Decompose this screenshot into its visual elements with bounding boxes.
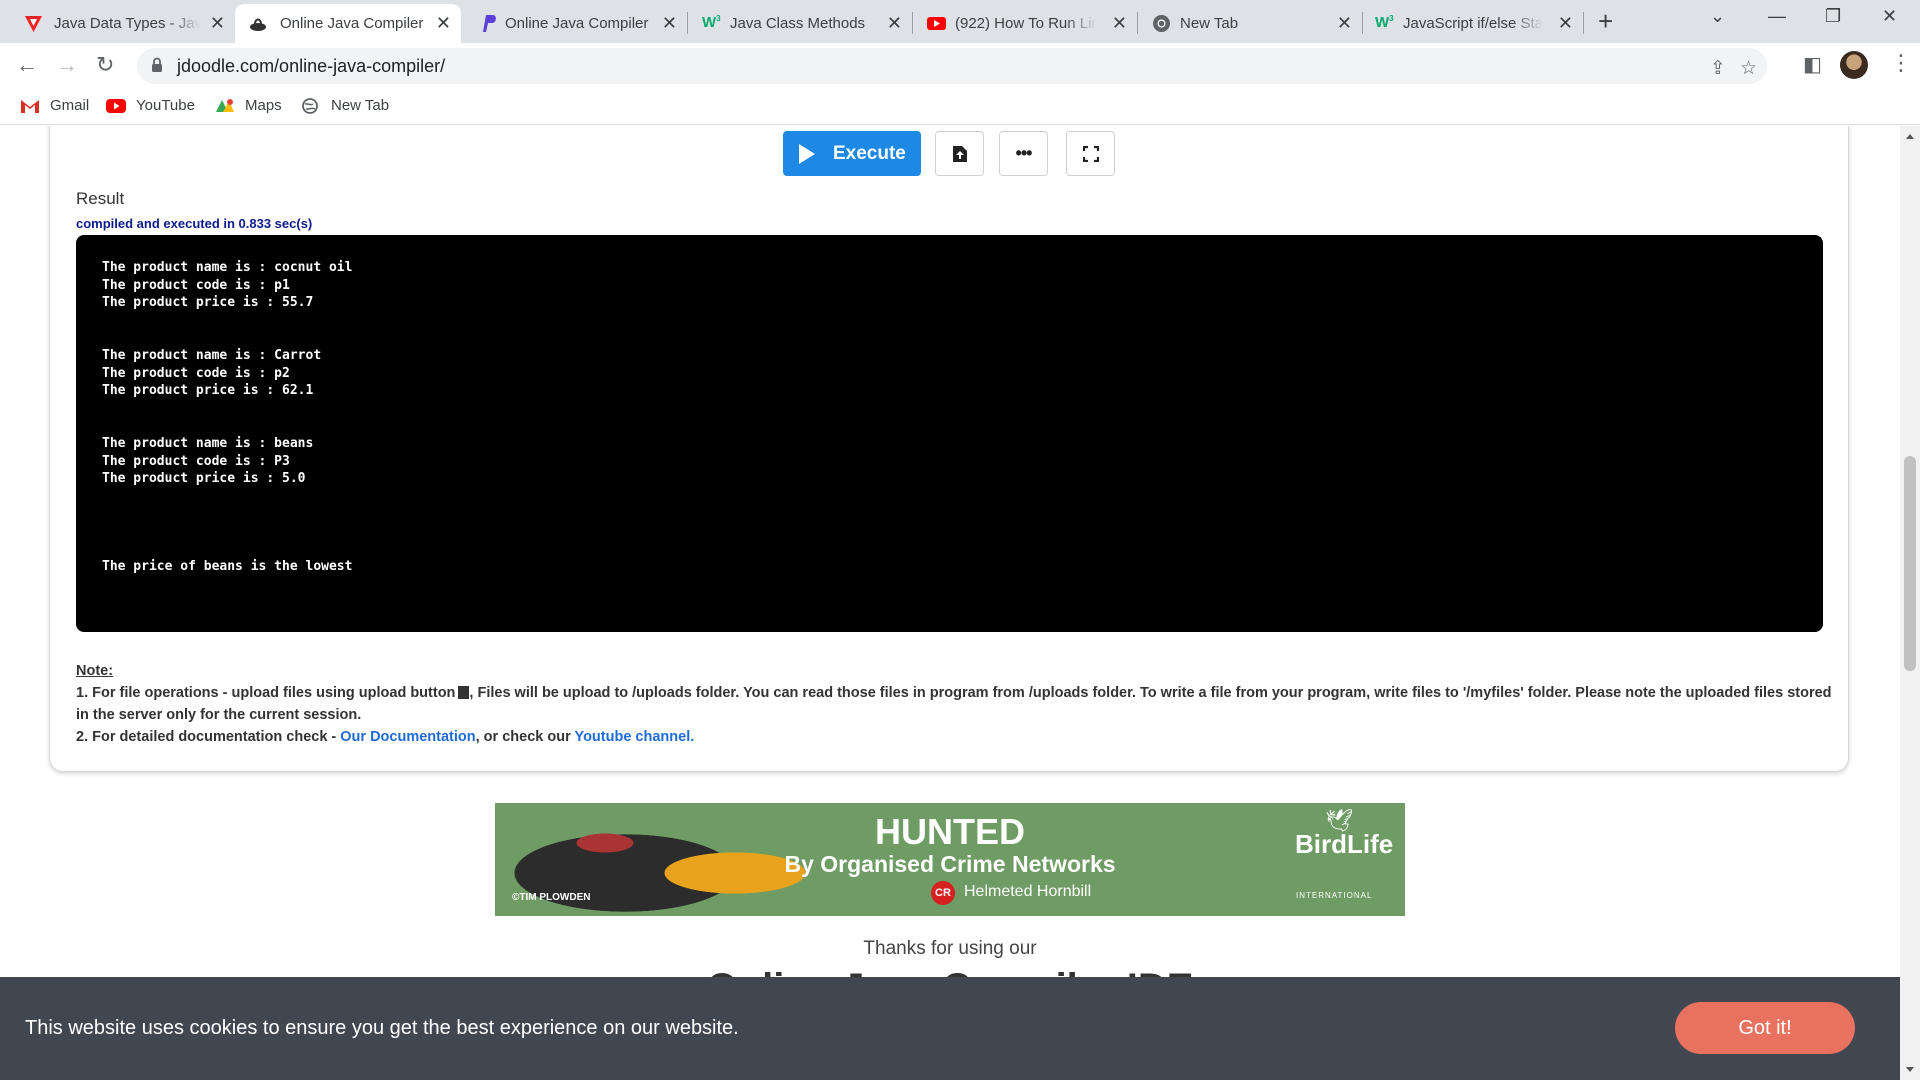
bookmark-gmail[interactable]: Gmail (20, 97, 89, 114)
tab-title: Online Java Compiler (280, 15, 424, 32)
note-line-2: 2. For detailed documentation check - (76, 729, 341, 745)
url-text[interactable]: jdoodle.com/online-java-compiler/ (177, 56, 445, 77)
tab-online-java-compiler[interactable]: Online Java Compiler ✕ (461, 4, 687, 43)
globe-icon (302, 97, 318, 114)
w3schools-icon: W3 (702, 14, 721, 31)
ad-headline: HUNTED (875, 811, 1025, 852)
result-heading: Result (76, 189, 125, 208)
window-close-icon[interactable]: ✕ (1882, 6, 1897, 27)
avatar[interactable] (1840, 51, 1868, 79)
tab-online-java-compiler-active[interactable]: Online Java Compiler ✕ (235, 4, 461, 43)
close-icon[interactable]: ✕ (887, 14, 902, 33)
tab-title: Java Data Types - Java (54, 15, 201, 32)
output-console: The product name is : cocnut oil The pro… (76, 235, 1823, 632)
scroll-up-arrow-icon[interactable] (1906, 134, 1914, 139)
page-scrollbar[interactable] (1900, 126, 1920, 1080)
tab-javascript-if-else[interactable]: W3 JavaScript if/else Statement ✕ (1363, 4, 1583, 43)
jdoodle-icon (250, 18, 266, 31)
tab-youtube[interactable]: (922) How To Run Linux ✕ (913, 4, 1137, 43)
tab-search-chevron-icon[interactable]: ⌄ (1710, 6, 1725, 27)
close-icon[interactable]: ✕ (1558, 14, 1573, 33)
note-heading: Note: (76, 663, 114, 679)
note-section: Note: 1. For file operations - upload fi… (76, 660, 1836, 748)
tab-separator (1583, 12, 1584, 34)
upload-file-icon (458, 686, 470, 699)
restore-icon[interactable]: ❐ (1825, 6, 1841, 27)
execute-label: Execute (833, 142, 906, 164)
species-name: Helmeted Hornbill (964, 883, 1092, 900)
advertisement-banner[interactable]: ©TIM PLOWDEN HUNTED By Organised Crime N… (495, 803, 1405, 916)
upload-file-button[interactable] (935, 131, 984, 176)
documentation-link[interactable]: Our Documentation (340, 729, 475, 745)
note-line-2-mid: , or check our (475, 729, 575, 745)
ad-subheadline: By Organised Crime Networks (784, 851, 1116, 877)
close-icon[interactable]: ✕ (210, 14, 225, 33)
lock-icon (152, 57, 162, 72)
red-v-icon (25, 16, 42, 32)
bookmark-maps[interactable]: Maps (215, 97, 282, 114)
bookmark-label: Maps (245, 97, 282, 114)
tab-title: JavaScript if/else Statement (1403, 15, 1543, 32)
maps-icon (216, 98, 234, 112)
tab-new-tab[interactable]: New Tab ✕ (1138, 4, 1362, 43)
cookie-banner: This website uses cookies to ensure you … (0, 977, 1900, 1080)
execute-button[interactable]: Execute (783, 131, 921, 176)
new-tab-plus-icon[interactable]: + (1598, 6, 1613, 36)
chrome-icon (1153, 15, 1170, 32)
bookmark-new-tab[interactable]: New Tab (301, 97, 389, 114)
photo-credit: ©TIM PLOWDEN (512, 892, 591, 903)
forward-arrow-icon[interactable]: → (56, 53, 78, 77)
youtube-icon (927, 17, 946, 30)
bookmark-label: New Tab (331, 97, 390, 114)
bookmark-star-icon[interactable]: ☆ (1740, 57, 1757, 80)
note-line-1: 1. For file operations - upload files us… (76, 685, 456, 701)
share-icon[interactable]: ⇪ (1710, 57, 1726, 80)
fullscreen-icon (1082, 145, 1099, 162)
tab-java-class-methods[interactable]: W3 Java Class Methods ✕ (688, 4, 912, 43)
page-content: Execute ••• Result compiled and executed… (0, 126, 1900, 1080)
close-icon[interactable]: ✕ (436, 14, 451, 33)
close-icon[interactable]: ✕ (1337, 14, 1352, 33)
bookmark-label: Gmail (50, 97, 90, 114)
birdlife-logo-sub: INTERNATIONAL (1296, 891, 1373, 900)
bookmark-youtube[interactable]: YouTube (106, 97, 195, 114)
minimize-icon[interactable]: — (1768, 6, 1786, 27)
cookie-accept-button[interactable]: Got it! (1675, 1002, 1855, 1054)
output-text: The product name is : cocnut oil The pro… (102, 260, 353, 575)
bookmark-label: YouTube (136, 97, 195, 114)
tab-java-data-types[interactable]: Java Data Types - Java ✕ (0, 4, 235, 43)
tab-title: Online Java Compiler (505, 15, 649, 32)
bookmarks-bar: Gmail YouTube Maps New Tab (0, 89, 1920, 125)
cookie-message: This website uses cookies to ensure you … (25, 1017, 739, 1039)
status-badge: CR (931, 881, 955, 905)
w3schools-icon: W3 (1375, 14, 1394, 31)
youtube-icon (106, 98, 126, 113)
back-arrow-icon[interactable]: ← (16, 53, 38, 77)
close-icon[interactable]: ✕ (1112, 14, 1127, 33)
close-icon[interactable]: ✕ (662, 14, 677, 33)
upload-file-icon (952, 145, 967, 162)
tab-title: New Tab (1180, 15, 1239, 32)
more-horizontal-icon: ••• (1015, 143, 1033, 163)
purple-p-icon (483, 15, 496, 32)
tab-strip: Java Data Types - Java ✕ Online Java Com… (0, 0, 1920, 43)
address-bar[interactable]: jdoodle.com/online-java-compiler/ ⇪ ☆ (137, 48, 1767, 84)
reload-icon[interactable]: ↻ (96, 53, 114, 77)
fullscreen-button[interactable] (1066, 131, 1115, 176)
menu-kebab-icon[interactable]: ⋮ (1890, 50, 1912, 76)
tab-title: Java Class Methods (730, 15, 866, 32)
youtube-channel-link[interactable]: Youtube channel. (574, 729, 694, 745)
tab-title: (922) How To Run Linux (955, 15, 1097, 32)
execution-status: compiled and executed in 0.833 sec(s) (76, 216, 313, 231)
side-panel-icon[interactable]: ◧ (1803, 52, 1822, 77)
thanks-text: Thanks for using our (863, 938, 1037, 959)
play-icon (799, 143, 815, 164)
scrollbar-thumb[interactable] (1904, 456, 1916, 671)
scroll-down-arrow-icon[interactable] (1906, 1067, 1914, 1072)
gmail-icon (21, 99, 39, 113)
birdlife-logo: BirdLife (1295, 829, 1394, 859)
more-options-button[interactable]: ••• (999, 131, 1048, 176)
